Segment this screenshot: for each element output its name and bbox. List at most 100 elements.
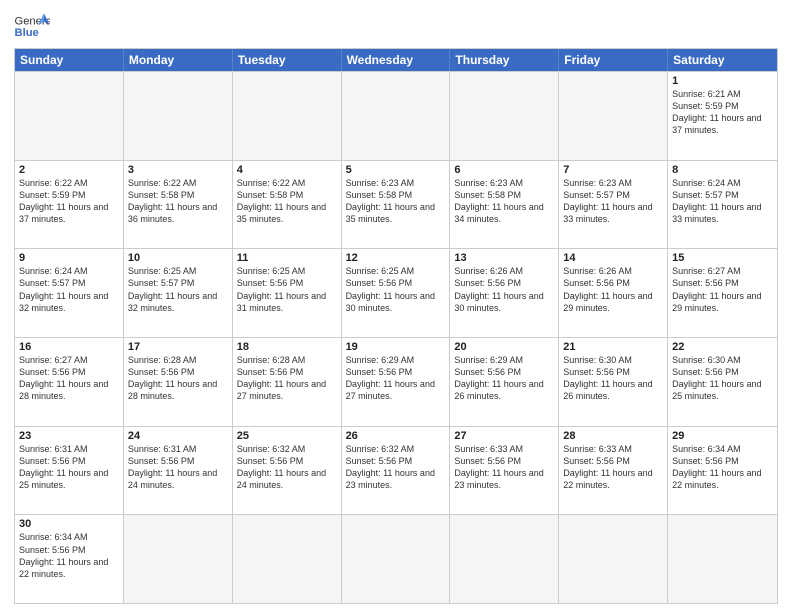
calendar-cell: 13Sunrise: 6:26 AM Sunset: 5:56 PM Dayli… xyxy=(450,249,559,337)
day-number: 21 xyxy=(563,341,663,353)
day-info: Sunrise: 6:27 AM Sunset: 5:56 PM Dayligh… xyxy=(672,265,773,314)
calendar-cell: 7Sunrise: 6:23 AM Sunset: 5:57 PM Daylig… xyxy=(559,161,668,249)
weekday-header-tuesday: Tuesday xyxy=(233,49,342,71)
day-info: Sunrise: 6:25 AM Sunset: 5:57 PM Dayligh… xyxy=(128,265,228,314)
day-info: Sunrise: 6:23 AM Sunset: 5:58 PM Dayligh… xyxy=(346,177,446,226)
day-number: 29 xyxy=(672,430,773,442)
calendar-cell: 23Sunrise: 6:31 AM Sunset: 5:56 PM Dayli… xyxy=(15,427,124,515)
calendar-header: SundayMondayTuesdayWednesdayThursdayFrid… xyxy=(15,49,777,71)
calendar-cell: 25Sunrise: 6:32 AM Sunset: 5:56 PM Dayli… xyxy=(233,427,342,515)
day-number: 16 xyxy=(19,341,119,353)
day-number: 5 xyxy=(346,164,446,176)
calendar-cell: 4Sunrise: 6:22 AM Sunset: 5:58 PM Daylig… xyxy=(233,161,342,249)
calendar-row-4: 23Sunrise: 6:31 AM Sunset: 5:56 PM Dayli… xyxy=(15,426,777,515)
day-number: 11 xyxy=(237,252,337,264)
calendar-body: 1Sunrise: 6:21 AM Sunset: 5:59 PM Daylig… xyxy=(15,71,777,603)
calendar-cell: 24Sunrise: 6:31 AM Sunset: 5:56 PM Dayli… xyxy=(124,427,233,515)
calendar-cell xyxy=(559,515,668,603)
logo: General Blue xyxy=(14,12,50,40)
weekday-header-sunday: Sunday xyxy=(15,49,124,71)
day-info: Sunrise: 6:22 AM Sunset: 5:58 PM Dayligh… xyxy=(128,177,228,226)
calendar-cell: 18Sunrise: 6:28 AM Sunset: 5:56 PM Dayli… xyxy=(233,338,342,426)
calendar-cell: 30Sunrise: 6:34 AM Sunset: 5:56 PM Dayli… xyxy=(15,515,124,603)
day-info: Sunrise: 6:33 AM Sunset: 5:56 PM Dayligh… xyxy=(563,443,663,492)
calendar-cell xyxy=(668,515,777,603)
day-info: Sunrise: 6:31 AM Sunset: 5:56 PM Dayligh… xyxy=(128,443,228,492)
day-info: Sunrise: 6:26 AM Sunset: 5:56 PM Dayligh… xyxy=(563,265,663,314)
calendar-cell xyxy=(450,72,559,160)
day-info: Sunrise: 6:24 AM Sunset: 5:57 PM Dayligh… xyxy=(19,265,119,314)
calendar-row-0: 1Sunrise: 6:21 AM Sunset: 5:59 PM Daylig… xyxy=(15,71,777,160)
day-number: 28 xyxy=(563,430,663,442)
day-number: 6 xyxy=(454,164,554,176)
day-info: Sunrise: 6:34 AM Sunset: 5:56 PM Dayligh… xyxy=(19,531,119,580)
calendar-cell: 6Sunrise: 6:23 AM Sunset: 5:58 PM Daylig… xyxy=(450,161,559,249)
day-number: 25 xyxy=(237,430,337,442)
calendar-cell: 9Sunrise: 6:24 AM Sunset: 5:57 PM Daylig… xyxy=(15,249,124,337)
day-number: 3 xyxy=(128,164,228,176)
day-info: Sunrise: 6:32 AM Sunset: 5:56 PM Dayligh… xyxy=(346,443,446,492)
calendar-cell: 15Sunrise: 6:27 AM Sunset: 5:56 PM Dayli… xyxy=(668,249,777,337)
day-number: 10 xyxy=(128,252,228,264)
calendar-cell: 26Sunrise: 6:32 AM Sunset: 5:56 PM Dayli… xyxy=(342,427,451,515)
calendar-cell: 12Sunrise: 6:25 AM Sunset: 5:56 PM Dayli… xyxy=(342,249,451,337)
calendar-cell: 3Sunrise: 6:22 AM Sunset: 5:58 PM Daylig… xyxy=(124,161,233,249)
calendar-cell: 28Sunrise: 6:33 AM Sunset: 5:56 PM Dayli… xyxy=(559,427,668,515)
calendar-cell: 16Sunrise: 6:27 AM Sunset: 5:56 PM Dayli… xyxy=(15,338,124,426)
weekday-header-thursday: Thursday xyxy=(450,49,559,71)
day-number: 20 xyxy=(454,341,554,353)
header: General Blue xyxy=(14,12,778,40)
day-info: Sunrise: 6:28 AM Sunset: 5:56 PM Dayligh… xyxy=(237,354,337,403)
day-info: Sunrise: 6:29 AM Sunset: 5:56 PM Dayligh… xyxy=(454,354,554,403)
day-info: Sunrise: 6:32 AM Sunset: 5:56 PM Dayligh… xyxy=(237,443,337,492)
calendar-cell: 17Sunrise: 6:28 AM Sunset: 5:56 PM Dayli… xyxy=(124,338,233,426)
calendar: SundayMondayTuesdayWednesdayThursdayFrid… xyxy=(14,48,778,604)
day-info: Sunrise: 6:31 AM Sunset: 5:56 PM Dayligh… xyxy=(19,443,119,492)
weekday-header-wednesday: Wednesday xyxy=(342,49,451,71)
day-info: Sunrise: 6:29 AM Sunset: 5:56 PM Dayligh… xyxy=(346,354,446,403)
calendar-cell: 27Sunrise: 6:33 AM Sunset: 5:56 PM Dayli… xyxy=(450,427,559,515)
day-info: Sunrise: 6:23 AM Sunset: 5:58 PM Dayligh… xyxy=(454,177,554,226)
day-number: 12 xyxy=(346,252,446,264)
page: General Blue SundayMondayTuesdayWednesda… xyxy=(0,0,792,612)
calendar-cell: 19Sunrise: 6:29 AM Sunset: 5:56 PM Dayli… xyxy=(342,338,451,426)
calendar-cell xyxy=(233,515,342,603)
calendar-cell: 1Sunrise: 6:21 AM Sunset: 5:59 PM Daylig… xyxy=(668,72,777,160)
day-number: 17 xyxy=(128,341,228,353)
calendar-cell xyxy=(450,515,559,603)
calendar-cell: 20Sunrise: 6:29 AM Sunset: 5:56 PM Dayli… xyxy=(450,338,559,426)
day-number: 1 xyxy=(672,75,773,87)
generalblue-logo-icon: General Blue xyxy=(14,12,50,40)
weekday-header-monday: Monday xyxy=(124,49,233,71)
calendar-row-2: 9Sunrise: 6:24 AM Sunset: 5:57 PM Daylig… xyxy=(15,248,777,337)
calendar-cell xyxy=(15,72,124,160)
day-info: Sunrise: 6:22 AM Sunset: 5:59 PM Dayligh… xyxy=(19,177,119,226)
day-info: Sunrise: 6:28 AM Sunset: 5:56 PM Dayligh… xyxy=(128,354,228,403)
day-info: Sunrise: 6:24 AM Sunset: 5:57 PM Dayligh… xyxy=(672,177,773,226)
day-number: 23 xyxy=(19,430,119,442)
calendar-cell: 8Sunrise: 6:24 AM Sunset: 5:57 PM Daylig… xyxy=(668,161,777,249)
day-number: 13 xyxy=(454,252,554,264)
calendar-row-1: 2Sunrise: 6:22 AM Sunset: 5:59 PM Daylig… xyxy=(15,160,777,249)
day-info: Sunrise: 6:30 AM Sunset: 5:56 PM Dayligh… xyxy=(563,354,663,403)
calendar-cell: 22Sunrise: 6:30 AM Sunset: 5:56 PM Dayli… xyxy=(668,338,777,426)
day-number: 18 xyxy=(237,341,337,353)
calendar-cell xyxy=(124,515,233,603)
day-info: Sunrise: 6:25 AM Sunset: 5:56 PM Dayligh… xyxy=(346,265,446,314)
weekday-header-saturday: Saturday xyxy=(668,49,777,71)
calendar-cell: 2Sunrise: 6:22 AM Sunset: 5:59 PM Daylig… xyxy=(15,161,124,249)
day-number: 27 xyxy=(454,430,554,442)
day-number: 9 xyxy=(19,252,119,264)
day-number: 30 xyxy=(19,518,119,530)
day-number: 24 xyxy=(128,430,228,442)
day-info: Sunrise: 6:21 AM Sunset: 5:59 PM Dayligh… xyxy=(672,88,773,137)
svg-text:Blue: Blue xyxy=(15,27,39,39)
day-number: 19 xyxy=(346,341,446,353)
calendar-row-5: 30Sunrise: 6:34 AM Sunset: 5:56 PM Dayli… xyxy=(15,514,777,603)
day-number: 7 xyxy=(563,164,663,176)
calendar-cell: 21Sunrise: 6:30 AM Sunset: 5:56 PM Dayli… xyxy=(559,338,668,426)
calendar-cell: 11Sunrise: 6:25 AM Sunset: 5:56 PM Dayli… xyxy=(233,249,342,337)
calendar-cell xyxy=(124,72,233,160)
day-info: Sunrise: 6:33 AM Sunset: 5:56 PM Dayligh… xyxy=(454,443,554,492)
day-number: 26 xyxy=(346,430,446,442)
